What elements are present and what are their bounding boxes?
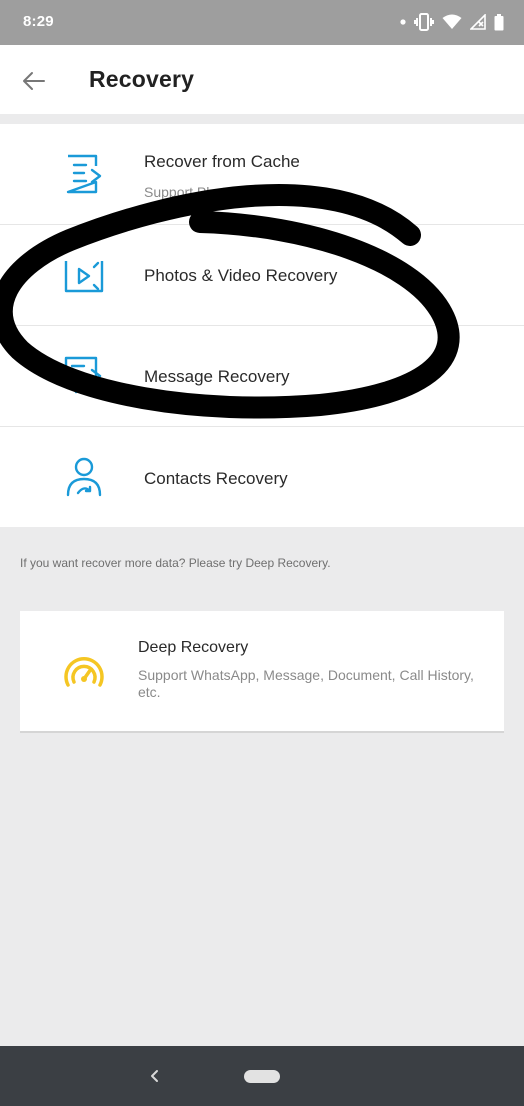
deep-recovery-hint: If you want recover more data? Please tr… <box>20 556 331 570</box>
contacts-recovery-item[interactable]: Contacts Recovery <box>0 427 524 527</box>
message-recovery-item[interactable]: Message Recovery <box>0 326 524 427</box>
status-icons <box>400 11 504 33</box>
status-time: 8:29 <box>23 13 54 30</box>
deep-recovery-title: Deep Recovery <box>138 639 249 656</box>
video-play-icon <box>64 261 104 293</box>
page-title: Recovery <box>89 66 195 92</box>
document-list-icon <box>66 154 102 194</box>
notification-dot-icon <box>400 19 406 25</box>
status-bar: 8:29 <box>0 0 524 45</box>
deep-recovery-subtitle: Support WhatsApp, Message, Document, Cal… <box>138 667 474 700</box>
battery-icon <box>494 13 504 30</box>
system-nav-bar <box>0 1046 524 1106</box>
recover-from-cache-title: Recover from Cache <box>144 152 300 171</box>
recovery-list: Recover from Cache Support Photos and Vi… <box>0 124 524 527</box>
app-bar: Recovery <box>0 45 524 114</box>
contact-person-icon <box>66 457 102 497</box>
message-icon <box>64 356 102 394</box>
photos-video-recovery-item[interactable]: Photos & Video Recovery <box>0 225 524 326</box>
recover-from-cache-subtitle: Support Photos and Videos <box>144 184 315 200</box>
nav-home-pill[interactable] <box>244 1070 280 1083</box>
wifi-icon <box>442 14 462 29</box>
speedometer-icon <box>64 657 104 687</box>
message-recovery-title: Message Recovery <box>144 367 290 386</box>
vibrate-icon <box>414 13 434 31</box>
contacts-recovery-title: Contacts Recovery <box>144 469 288 488</box>
nav-back-icon[interactable] <box>145 1065 165 1087</box>
arrow-left-icon[interactable] <box>20 67 48 95</box>
recover-from-cache-item[interactable]: Recover from Cache Support Photos and Vi… <box>0 124 524 225</box>
photos-video-recovery-title: Photos & Video Recovery <box>144 266 338 285</box>
screen: 8:29 Recovery Recover from Cache Support… <box>0 0 524 1106</box>
signal-icon <box>470 14 486 30</box>
deep-recovery-card[interactable]: Deep Recovery Support WhatsApp, Message,… <box>20 611 504 733</box>
